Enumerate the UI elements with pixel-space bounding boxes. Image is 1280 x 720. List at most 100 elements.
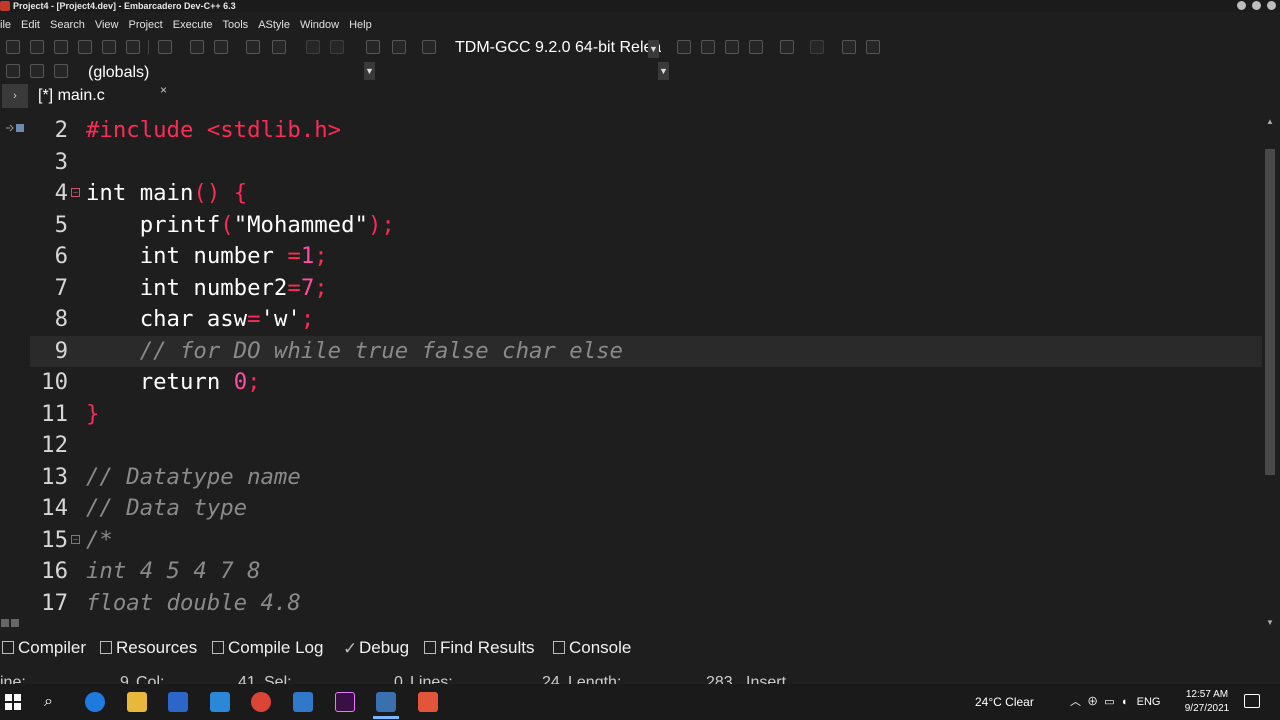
code-line[interactable] bbox=[30, 619, 1262, 628]
code-line[interactable]: 4− int main() { bbox=[30, 178, 1262, 210]
new-file-icon[interactable] bbox=[6, 40, 20, 54]
code-editor[interactable]: 2 #include <stdlib.h> 3 4− int main() {5 pri… bbox=[30, 115, 1262, 628]
system-tray[interactable]: ︿ ⊕ ▭ ◖ ENG bbox=[1070, 692, 1160, 712]
file-explorer-icon[interactable] bbox=[127, 692, 147, 712]
undo-icon[interactable] bbox=[306, 40, 320, 54]
syntax-check-icon[interactable] bbox=[780, 40, 794, 54]
code-line[interactable]: 17 float double 4.8 bbox=[30, 588, 1262, 620]
open-file-icon[interactable] bbox=[30, 40, 44, 54]
debug-icon[interactable] bbox=[842, 40, 856, 54]
code-line[interactable]: 3 bbox=[30, 147, 1262, 179]
code-line[interactable]: 5 printf("Mohammed"); bbox=[30, 210, 1262, 242]
unindent-icon[interactable] bbox=[272, 40, 286, 54]
close-window-button[interactable] bbox=[1267, 1, 1276, 10]
menu-view[interactable]: View bbox=[90, 16, 124, 34]
menu-execute[interactable]: Execute bbox=[168, 16, 218, 34]
battery-icon[interactable]: ▭ bbox=[1104, 696, 1114, 708]
scroll-right-icon[interactable] bbox=[11, 619, 19, 627]
scroll-up-icon[interactable]: ▲ bbox=[1264, 117, 1276, 127]
windows-start-icon[interactable] bbox=[5, 694, 21, 710]
code-line[interactable]: 6 int number =1; bbox=[30, 241, 1262, 273]
tab-find-results[interactable]: Find Results bbox=[424, 635, 534, 661]
weather-widget[interactable]: 24°C Clear bbox=[975, 692, 1034, 712]
code-line[interactable]: 12 bbox=[30, 430, 1262, 462]
menu-window[interactable]: Window bbox=[295, 16, 344, 34]
scope-select[interactable]: (globals) bbox=[88, 62, 378, 82]
replace-icon[interactable] bbox=[214, 40, 228, 54]
app-s-icon[interactable] bbox=[418, 692, 438, 712]
tab-resources[interactable]: Resources bbox=[100, 635, 197, 661]
code-line[interactable]: 16 int 4 5 4 7 8 bbox=[30, 556, 1262, 588]
find-icon[interactable] bbox=[190, 40, 204, 54]
chevron-right-icon[interactable]: › bbox=[2, 84, 28, 108]
fold-marker-icon[interactable]: − bbox=[71, 534, 80, 544]
minimize-button[interactable] bbox=[1237, 1, 1246, 10]
taskbar-clock[interactable]: 12:57 AM 9/27/2021 bbox=[1180, 688, 1234, 716]
code-line[interactable]: 8 char asw='w'; bbox=[30, 304, 1262, 336]
maximize-button[interactable] bbox=[1252, 1, 1261, 10]
profile-icon[interactable] bbox=[866, 40, 880, 54]
compile-run-icon[interactable] bbox=[725, 40, 739, 54]
chevron-down-icon[interactable]: ▼ bbox=[364, 62, 375, 80]
run-icon[interactable] bbox=[701, 40, 715, 54]
code-line[interactable]: 13 // Datatype name bbox=[30, 462, 1262, 494]
devcpp-taskbar-icon[interactable] bbox=[376, 692, 396, 712]
indent-icon[interactable] bbox=[246, 40, 260, 54]
close-all-icon[interactable] bbox=[126, 40, 140, 54]
tab-debug[interactable]: ✓ Debug bbox=[343, 635, 409, 661]
menu-help[interactable]: Help bbox=[344, 16, 377, 34]
compile-icon[interactable] bbox=[677, 40, 691, 54]
new-project-icon[interactable] bbox=[366, 40, 380, 54]
menu-edit[interactable]: Edit bbox=[16, 16, 45, 34]
rebuild-icon[interactable] bbox=[749, 40, 763, 54]
print-icon[interactable] bbox=[158, 40, 172, 54]
menu-astyle[interactable]: AStyle bbox=[253, 16, 295, 34]
save-icon[interactable] bbox=[54, 40, 68, 54]
premiere-icon[interactable] bbox=[335, 692, 355, 712]
vertical-scrollbar[interactable]: ▲ ▼ bbox=[1262, 115, 1278, 628]
notification-icon[interactable] bbox=[1244, 694, 1260, 708]
store-icon[interactable] bbox=[168, 692, 188, 712]
chevron-down-icon[interactable]: ▼ bbox=[648, 40, 659, 58]
volume-icon[interactable]: ◖ bbox=[1121, 696, 1128, 708]
code-line[interactable]: 15−/* bbox=[30, 525, 1262, 557]
language-indicator[interactable]: ENG bbox=[1137, 696, 1161, 708]
search-icon[interactable]: ⌕ bbox=[44, 693, 53, 711]
code-line[interactable]: 9 // for DO while true false char else bbox=[30, 335, 1262, 367]
class-browser-toggle-icon[interactable] bbox=[5, 122, 25, 134]
project-options-icon[interactable] bbox=[392, 40, 406, 54]
goto-bookmark-icon[interactable] bbox=[54, 64, 68, 78]
stop-execution-icon[interactable] bbox=[810, 40, 824, 54]
mail-icon[interactable] bbox=[210, 692, 230, 712]
code-line[interactable]: 14 // Data type bbox=[30, 493, 1262, 525]
tab-compile-log[interactable]: Compile Log bbox=[212, 635, 323, 661]
insert-icon[interactable] bbox=[6, 64, 20, 78]
save-all-icon[interactable] bbox=[78, 40, 92, 54]
code-line[interactable]: 11} bbox=[30, 399, 1262, 431]
network-icon[interactable]: ⊕ bbox=[1087, 696, 1098, 708]
toggle-bookmark-icon[interactable] bbox=[30, 64, 44, 78]
tab-compiler[interactable]: Compiler bbox=[2, 635, 86, 661]
menu-tools[interactable]: Tools bbox=[218, 16, 254, 34]
redo-icon[interactable] bbox=[330, 40, 344, 54]
chevron-up-icon[interactable]: ︿ bbox=[1070, 696, 1081, 708]
menu-project[interactable]: Project bbox=[124, 16, 168, 34]
scroll-down-icon[interactable]: ▼ bbox=[1264, 618, 1276, 628]
vscode-icon[interactable] bbox=[293, 692, 313, 712]
class-browser-icon[interactable] bbox=[422, 40, 436, 54]
function-select[interactable] bbox=[382, 62, 670, 80]
menu-search[interactable]: Search bbox=[45, 16, 90, 34]
edge-browser-icon[interactable] bbox=[85, 692, 105, 712]
menu-file[interactable]: ile bbox=[0, 16, 16, 34]
chevron-down-icon[interactable]: ▼ bbox=[658, 62, 669, 80]
close-file-icon[interactable] bbox=[102, 40, 116, 54]
fold-marker-icon[interactable]: − bbox=[71, 188, 80, 197]
tab-console[interactable]: Console bbox=[553, 635, 631, 661]
scroll-left-icon[interactable] bbox=[1, 619, 9, 627]
code-line[interactable]: 2 #include <stdlib.h> bbox=[30, 115, 1262, 147]
close-tab-icon[interactable]: × bbox=[160, 83, 167, 97]
scroll-thumb[interactable] bbox=[1265, 149, 1275, 475]
compiler-select[interactable]: TDM-GCC 9.2.0 64-bit Release bbox=[455, 37, 661, 59]
horizontal-scrollbar[interactable] bbox=[0, 616, 30, 628]
code-line[interactable]: 10 return 0; bbox=[30, 367, 1262, 399]
